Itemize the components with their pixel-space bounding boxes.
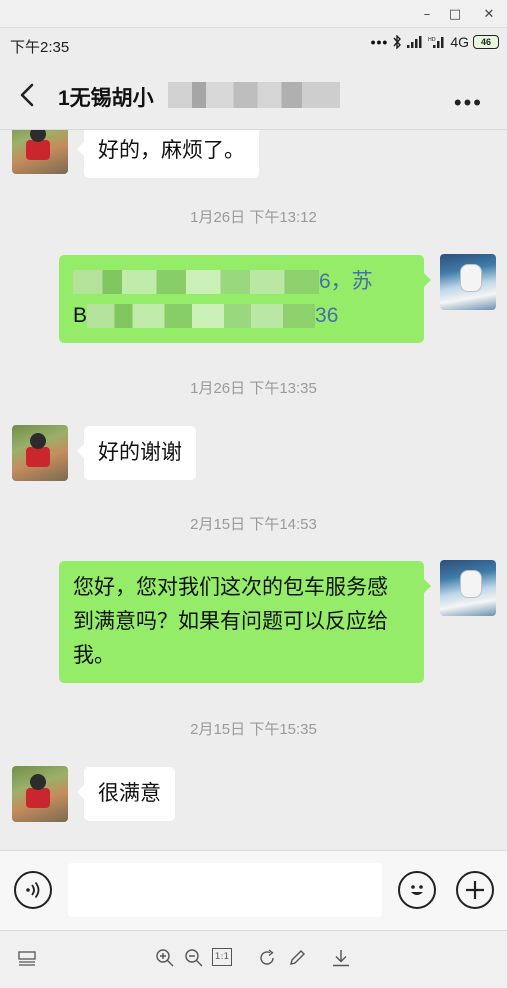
chat-input-bar: [0, 850, 507, 930]
message-fragment: 6，苏: [319, 270, 373, 293]
bluetooth-icon: [393, 35, 402, 49]
contact-avatar[interactable]: [12, 130, 68, 174]
message-timestamp: 1月26日 下午13:35: [190, 380, 317, 397]
voice-input-button[interactable]: [14, 871, 52, 909]
message-line: 我。: [73, 644, 115, 667]
redacted-title: [168, 82, 340, 108]
message-bubble-received[interactable]: 好的谢谢: [77, 426, 196, 480]
more-options-icon[interactable]: •••: [454, 90, 483, 116]
maximize-button[interactable]: □: [444, 4, 466, 24]
network-type: 4G: [450, 34, 469, 50]
more-notifications-icon: •••: [370, 34, 389, 50]
message-fragment: 36: [315, 304, 339, 327]
rotate-icon[interactable]: [256, 947, 278, 969]
message-line: 您好，您对我们这次的包车服务感: [73, 576, 388, 599]
message-bubble-sent[interactable]: 6，苏 B 36: [59, 255, 431, 343]
message-line: B 36: [73, 299, 410, 333]
minimize-button[interactable]: –: [416, 4, 438, 24]
zoom-out-icon[interactable]: [183, 947, 205, 969]
my-avatar[interactable]: [440, 254, 496, 310]
signal-icon: [407, 36, 422, 48]
message-line: 到满意吗？如果有问题可以反应给: [73, 610, 388, 633]
hd-signal-icon: HD: [428, 37, 444, 48]
actual-size-button[interactable]: 1:1: [212, 948, 232, 966]
close-button[interactable]: ✕: [478, 4, 500, 24]
emoji-icon: [411, 885, 423, 895]
chat-header: 1无锡胡小 •••: [0, 60, 507, 130]
thumbnail-icon[interactable]: [16, 947, 38, 969]
message-bubble-received[interactable]: 很满意: [77, 767, 175, 821]
redacted-text: [87, 304, 316, 329]
voice-icon: [26, 881, 40, 899]
battery-icon: 46: [473, 35, 499, 49]
contact-avatar[interactable]: [12, 425, 68, 481]
my-avatar[interactable]: [440, 560, 496, 616]
edit-icon[interactable]: [286, 947, 308, 969]
download-icon[interactable]: [330, 947, 352, 969]
chat-title: 1无锡胡小: [58, 87, 154, 110]
back-arrow-icon[interactable]: [14, 80, 42, 110]
chat-message-list[interactable]: 好的，麻烦了。 1月26日 下午13:12 6，苏 B 36 1月26日 下午13…: [0, 130, 507, 850]
status-bar: 下午2:35 ••• HD 4G 46: [0, 28, 507, 60]
message-bubble-received[interactable]: 好的，麻烦了。: [77, 130, 259, 178]
message-bubble-sent[interactable]: 您好，您对我们这次的包车服务感 到满意吗？如果有问题可以反应给 我。: [59, 561, 431, 683]
more-actions-button[interactable]: [456, 871, 494, 909]
redacted-text: [73, 270, 319, 295]
message-input[interactable]: [68, 863, 382, 917]
window-title-bar: – □ ✕: [0, 0, 507, 28]
message-line: 6，苏: [73, 265, 410, 299]
message-timestamp: 2月15日 下午15:35: [190, 721, 317, 738]
zoom-in-icon[interactable]: [154, 947, 176, 969]
message-fragment: B: [73, 304, 88, 327]
emoji-button[interactable]: [398, 871, 436, 909]
plus-icon: [466, 881, 484, 899]
contact-avatar[interactable]: [12, 766, 68, 822]
viewer-toolbar: 1:1: [0, 930, 507, 988]
svg-text:HD: HD: [428, 37, 436, 43]
status-time: 下午2:35: [10, 39, 70, 56]
status-icons: ••• HD 4G 46: [371, 34, 499, 50]
message-timestamp: 1月26日 下午13:12: [190, 209, 317, 226]
message-timestamp: 2月15日 下午14:53: [190, 516, 317, 533]
